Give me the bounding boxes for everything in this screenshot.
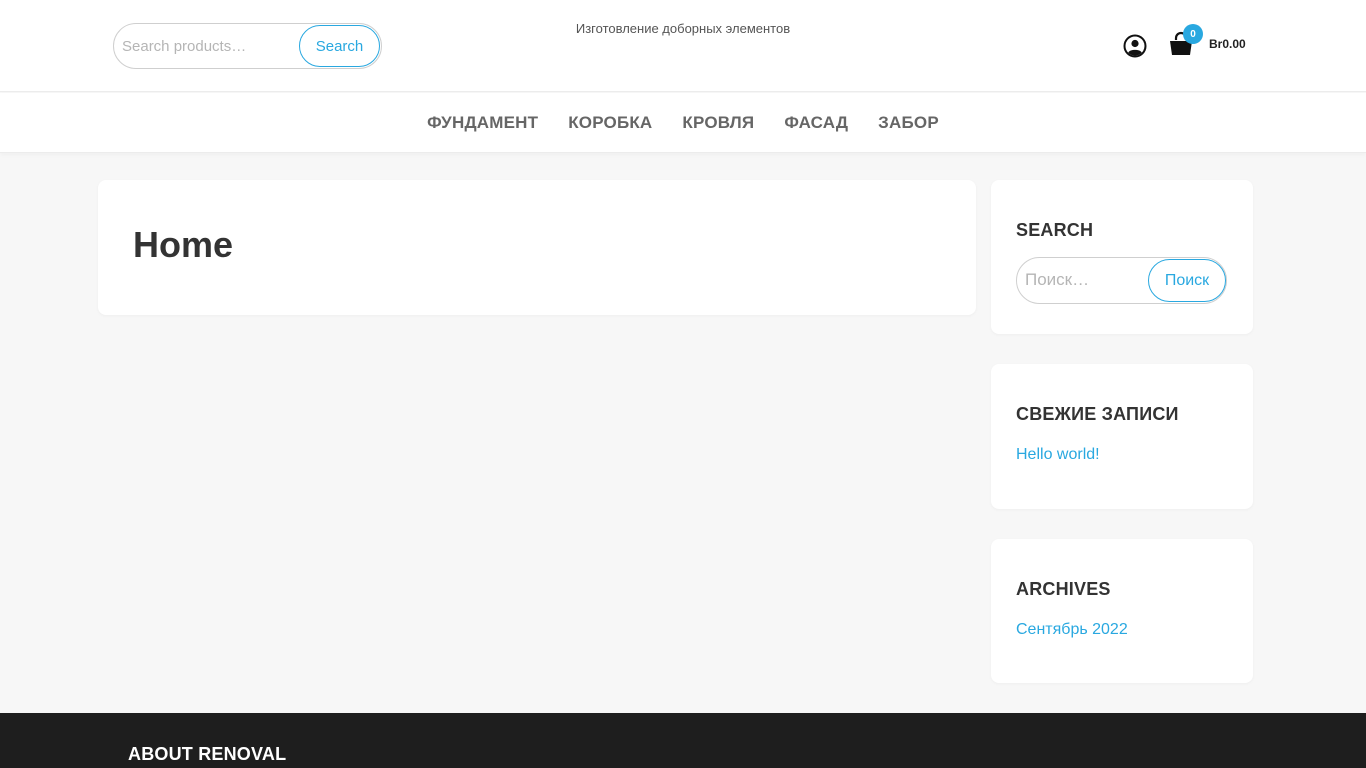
widget-title-search: SEARCH <box>1016 220 1094 240</box>
recent-post-link[interactable]: Hello world! <box>1016 446 1100 464</box>
site-header: Search Изготовление доборных элементов 0… <box>0 0 1366 92</box>
cart-total[interactable]: Br0.00 <box>1209 37 1246 51</box>
nav-item-zabor[interactable]: ЗАБОР <box>878 113 939 133</box>
nav-item-krovlya[interactable]: КРОВЛЯ <box>682 113 754 133</box>
widget-title-archives: ARCHIVES <box>1016 579 1111 599</box>
product-search-form: Search <box>113 23 382 69</box>
site-footer: ABOUT RENOVAL <box>0 713 1366 768</box>
archive-link[interactable]: Сентябрь 2022 <box>1016 621 1128 639</box>
nav-item-fasad[interactable]: ФАСАД <box>784 113 848 133</box>
primary-navigation: ФУНДАМЕНТ КОРОБКА КРОВЛЯ ФАСАД ЗАБОР <box>0 93 1366 153</box>
recent-posts-widget: СВЕЖИЕ ЗАПИСИ Hello world! <box>991 364 1253 509</box>
footer-about-title: ABOUT RENOVAL <box>128 744 287 764</box>
sidebar-search-form: Поиск <box>1016 257 1227 304</box>
cart-count-badge: 0 <box>1183 24 1203 44</box>
widget-title-recent-posts: СВЕЖИЕ ЗАПИСИ <box>1016 404 1179 424</box>
sidebar-search-button[interactable]: Поиск <box>1148 259 1226 302</box>
product-search-input[interactable] <box>122 24 302 68</box>
sidebar-search-widget: SEARCH Поиск <box>991 180 1253 334</box>
nav-item-fundament[interactable]: ФУНДАМЕНТ <box>427 113 538 133</box>
user-circle-icon[interactable] <box>1123 34 1147 58</box>
sidebar-search-input[interactable] <box>1025 258 1150 302</box>
nav-item-korobka[interactable]: КОРОБКА <box>568 113 652 133</box>
site-tagline: Изготовление доборных элементов <box>575 21 791 36</box>
main-content-card: Home <box>98 180 976 315</box>
product-search-button[interactable]: Search <box>299 25 380 67</box>
page-title: Home <box>133 224 234 265</box>
archives-widget: ARCHIVES Сентябрь 2022 <box>991 539 1253 683</box>
